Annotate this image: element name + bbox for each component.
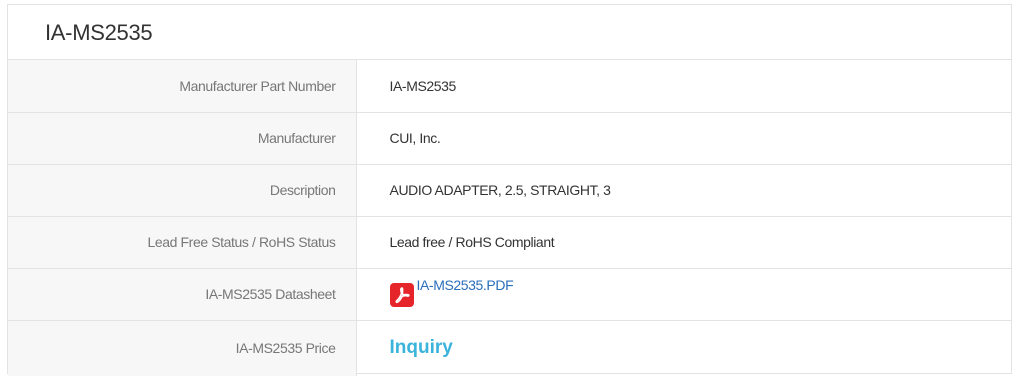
product-spec-panel: IA-MS2535 Manufacturer Part Number IA-MS… [7,4,1012,376]
datasheet-cell: IA-MS2535.PDF [356,268,1011,321]
description-value: AUDIO ADAPTER, 2.5, STRAIGHT, 3 [356,164,1011,217]
table-row: Manufacturer CUI, Inc. [8,112,1011,165]
table-row: Lead Free Status / RoHS Status Lead free… [8,216,1011,269]
part-number-label: Manufacturer Part Number [8,60,357,113]
price-label: IA-MS2535 Price [8,320,357,376]
spec-table: Manufacturer Part Number IA-MS2535 Manuf… [8,60,1011,376]
table-row: Manufacturer Part Number IA-MS2535 [8,60,1011,113]
datasheet-label: IA-MS2535 Datasheet [8,268,357,321]
description-label: Description [8,164,357,217]
rohs-status-value: Lead free / RoHS Compliant [356,216,1011,269]
price-cell: Inquiry [356,320,1011,376]
table-row: IA-MS2535 Datasheet IA-MS2535.PDF [8,268,1011,321]
rohs-status-label: Lead Free Status / RoHS Status [8,216,357,269]
table-row: IA-MS2535 Price Inquiry [8,320,1011,376]
manufacturer-label: Manufacturer [8,112,357,165]
product-title: IA-MS2535 [8,5,1011,60]
pdf-icon[interactable] [389,282,414,307]
part-number-value: IA-MS2535 [356,60,1011,113]
datasheet-link[interactable]: IA-MS2535.PDF [389,277,514,307]
table-row: Description AUDIO ADAPTER, 2.5, STRAIGHT… [8,164,1011,217]
manufacturer-value: CUI, Inc. [356,112,1011,165]
datasheet-link-text[interactable]: IA-MS2535.PDF [417,277,514,293]
inquiry-link[interactable]: Inquiry [390,337,453,358]
